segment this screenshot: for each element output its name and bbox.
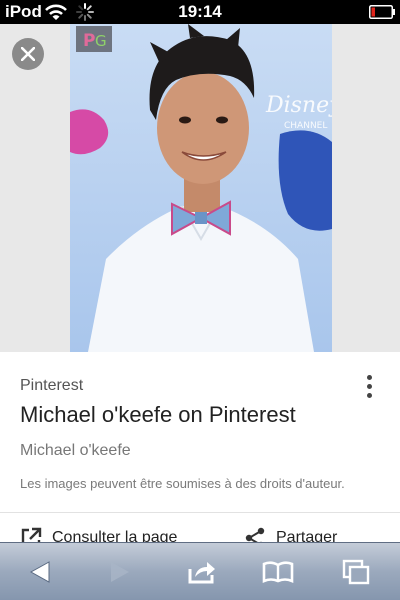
tabs-pages-icon — [342, 559, 370, 585]
clock: 19:14 — [178, 2, 222, 21]
battery-icon — [369, 5, 395, 19]
share-icon — [245, 527, 265, 542]
browser-toolbar — [0, 542, 400, 600]
share-action-icon — [188, 562, 215, 584]
visit-page-label: Consulter la page — [52, 529, 178, 542]
svg-text:P: P — [83, 31, 95, 51]
status-bar: iPod 19:14 — [0, 0, 400, 24]
person-photo-illustration: Disney CHANNEL — [70, 24, 332, 352]
tabs-button[interactable] — [336, 557, 376, 587]
site-favicon-badge: P G — [76, 26, 112, 52]
back-button[interactable] — [20, 557, 60, 587]
bookmarks-button[interactable] — [258, 557, 298, 587]
bookmarks-book-icon — [262, 561, 294, 583]
close-button[interactable] — [12, 38, 44, 70]
share-button[interactable]: Partager — [244, 527, 337, 542]
back-arrow-icon — [29, 561, 50, 583]
more-options-icon[interactable] — [354, 369, 384, 403]
image-result-panel: Disney CHANNEL P G Pinterest Michael o'k… — [0, 24, 400, 542]
open-external-icon — [21, 527, 42, 542]
result-title[interactable]: Michael o'keefe on Pinterest — [20, 402, 296, 428]
svg-text:Disney: Disney — [265, 93, 332, 118]
share-label: Partager — [276, 529, 338, 542]
result-photo[interactable]: Disney CHANNEL — [70, 24, 332, 352]
image-viewer: Disney CHANNEL P G — [0, 24, 400, 352]
svg-text:CHANNEL: CHANNEL — [284, 121, 327, 131]
forward-button[interactable] — [100, 557, 140, 587]
close-icon — [21, 47, 35, 61]
action-share-button[interactable] — [182, 557, 222, 587]
divider — [0, 512, 400, 513]
visit-page-button[interactable]: Consulter la page — [20, 527, 177, 542]
result-info-card: Pinterest Michael o'keefe on Pinterest M… — [0, 352, 400, 542]
result-author: Michael o'keefe — [20, 442, 131, 459]
copyright-notice: Les images peuvent être soumises à des d… — [20, 476, 345, 491]
svg-text:G: G — [95, 32, 107, 50]
source-label: Pinterest — [20, 377, 84, 394]
forward-arrow-icon — [111, 562, 129, 582]
